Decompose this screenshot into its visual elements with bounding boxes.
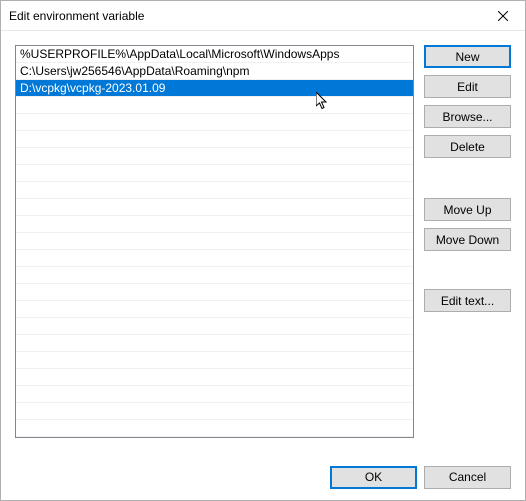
delete-button[interactable]: Delete xyxy=(424,135,511,158)
path-entry-empty[interactable] xyxy=(16,420,413,437)
path-entry-empty[interactable] xyxy=(16,131,413,148)
path-entry-empty[interactable] xyxy=(16,199,413,216)
cancel-button[interactable]: Cancel xyxy=(424,466,511,489)
path-entry-empty[interactable] xyxy=(16,352,413,369)
titlebar: Edit environment variable xyxy=(1,1,525,31)
path-entry-empty[interactable] xyxy=(16,165,413,182)
path-entry-empty[interactable] xyxy=(16,148,413,165)
path-listbox[interactable]: %USERPROFILE%\AppData\Local\Microsoft\Wi… xyxy=(15,45,414,438)
path-entry-empty[interactable] xyxy=(16,114,413,131)
window-title: Edit environment variable xyxy=(9,9,480,23)
close-icon xyxy=(498,11,508,21)
path-entry[interactable]: C:\Users\jw256546\AppData\Roaming\npm xyxy=(16,63,413,80)
spacer xyxy=(424,165,511,191)
path-entry-empty[interactable] xyxy=(16,335,413,352)
path-entry[interactable]: %USERPROFILE%\AppData\Local\Microsoft\Wi… xyxy=(16,46,413,63)
path-entry-empty[interactable] xyxy=(16,369,413,386)
edit-text-button[interactable]: Edit text... xyxy=(424,289,511,312)
path-entry-empty[interactable] xyxy=(16,267,413,284)
ok-button[interactable]: OK xyxy=(330,466,417,489)
path-entry-empty[interactable] xyxy=(16,182,413,199)
side-buttons: New Edit Browse... Delete Move Up Move D… xyxy=(424,45,511,454)
path-entry-empty[interactable] xyxy=(16,403,413,420)
browse-button[interactable]: Browse... xyxy=(424,105,511,128)
path-entry-empty[interactable] xyxy=(16,284,413,301)
spacer xyxy=(424,258,511,282)
path-entry-empty[interactable] xyxy=(16,318,413,335)
path-entry[interactable]: D:\vcpkg\vcpkg-2023.01.09 xyxy=(16,80,413,97)
move-down-button[interactable]: Move Down xyxy=(424,228,511,251)
path-entry-empty[interactable] xyxy=(16,233,413,250)
close-button[interactable] xyxy=(480,1,525,30)
dialog-window: Edit environment variable %USERPROFILE%\… xyxy=(0,0,526,501)
edit-button[interactable]: Edit xyxy=(424,75,511,98)
path-entry-empty[interactable] xyxy=(16,250,413,267)
new-button[interactable]: New xyxy=(424,45,511,68)
path-entry-empty[interactable] xyxy=(16,301,413,318)
move-up-button[interactable]: Move Up xyxy=(424,198,511,221)
content-area: %USERPROFILE%\AppData\Local\Microsoft\Wi… xyxy=(1,31,525,454)
path-entry-empty[interactable] xyxy=(16,386,413,403)
bottom-bar: OK Cancel xyxy=(1,454,525,500)
path-entry-empty[interactable] xyxy=(16,97,413,114)
path-entry-empty[interactable] xyxy=(16,216,413,233)
